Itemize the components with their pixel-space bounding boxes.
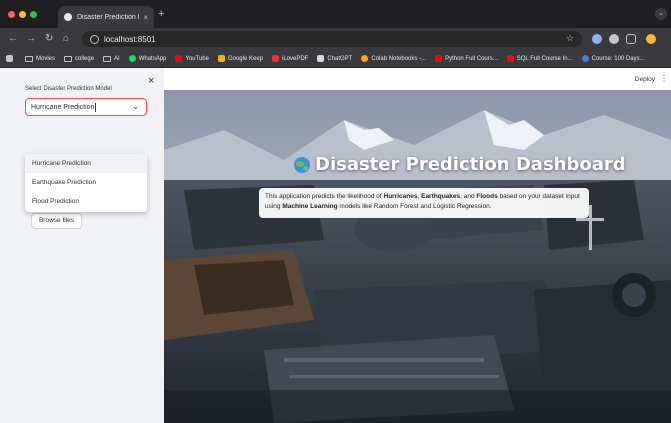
browser-tab-bar: Disaster Prediction Dashboar × + ⌄ — [0, 0, 671, 28]
keep-icon — [217, 55, 225, 62]
folder-icon — [64, 55, 73, 62]
model-select[interactable]: Hurricane Prediction ⌄ — [25, 98, 147, 116]
bookmark-item[interactable]: college — [64, 55, 94, 62]
profile-avatar[interactable] — [646, 34, 656, 44]
whatsapp-icon — [128, 55, 136, 62]
page-title-row: Disaster Prediction Dashboard — [294, 154, 626, 175]
apps-grid-icon[interactable] — [6, 55, 16, 62]
home-icon[interactable]: ⌂ — [63, 33, 69, 45]
bookmark-item[interactable]: Course: 100 Days... — [581, 55, 645, 62]
minimize-window-button[interactable] — [19, 11, 26, 18]
model-select-label: Select Disaster Prediction Model — [25, 86, 112, 92]
maximize-window-button[interactable] — [30, 11, 37, 18]
description-machine-learning: Machine Learning — [282, 203, 338, 210]
bookmark-item[interactable]: Movies — [25, 55, 55, 62]
bookmark-star-icon[interactable]: ☆ — [566, 33, 574, 44]
tab-title: Disaster Prediction Dashboar — [77, 13, 139, 21]
reload-icon[interactable]: ↻ — [45, 33, 53, 45]
chevron-down-icon[interactable]: ⌄ — [132, 103, 139, 111]
streamlit-favicon-icon — [64, 13, 72, 21]
bookmark-item[interactable]: WhatsApp — [128, 55, 166, 62]
bookmark-item[interactable]: AI — [103, 55, 120, 62]
site-info-icon[interactable] — [90, 34, 99, 44]
url-text: localhost:8501 — [104, 34, 156, 44]
folder-icon — [103, 55, 112, 62]
youtube-icon — [175, 55, 183, 62]
folder-icon — [25, 55, 33, 62]
browse-files-button[interactable]: Browse files — [31, 213, 82, 229]
bookmark-item[interactable]: ChatGPT — [317, 55, 352, 62]
sidebar: × — [0, 68, 164, 423]
forward-arrow-icon[interactable]: → — [26, 33, 36, 45]
model-options-dropdown: Hurricane Prediction Earthquake Predicti… — [25, 154, 147, 212]
ilovepdf-icon — [272, 55, 279, 62]
extensions-puzzle-icon[interactable] — [626, 34, 636, 44]
description-text: , and — [460, 193, 477, 200]
wreckage-scene-image — [164, 90, 671, 423]
tab-search-icon[interactable]: ⌄ — [655, 8, 667, 20]
sidebar-close-icon[interactable]: × — [148, 76, 154, 87]
bookmark-item[interactable]: iLovePDF — [272, 55, 308, 62]
youtube-icon — [506, 55, 514, 62]
description-hurricanes: Hurricanes — [383, 193, 418, 200]
option-hurricane-prediction[interactable]: Hurricane Prediction — [25, 154, 147, 173]
deploy-button[interactable]: Deploy — [635, 76, 655, 83]
extension-shield-icon[interactable] — [592, 34, 602, 44]
back-arrow-icon[interactable]: ← — [8, 33, 18, 45]
course-icon — [581, 55, 589, 62]
model-select-value: Hurricane Prediction — [31, 103, 95, 111]
text-cursor — [95, 102, 97, 112]
description-floods: Floods — [476, 193, 498, 200]
chatgpt-icon — [317, 55, 325, 62]
description-card: This application predicts the likelihood… — [259, 188, 589, 218]
description-text: models like Random Forest and Logistic R… — [337, 203, 492, 210]
disaster-background-image — [164, 90, 671, 423]
bookmarks-bar: Movies college AI WhatsApp YouTube Googl… — [0, 50, 671, 68]
tab-close-icon[interactable]: × — [143, 13, 148, 22]
extension-cloud-icon[interactable] — [609, 34, 619, 44]
description-earthquakes: Earthquakes — [421, 193, 461, 200]
main-menu-icon[interactable]: ⋮ — [660, 74, 668, 83]
youtube-icon — [435, 55, 443, 62]
new-tab-button[interactable]: + — [158, 9, 164, 20]
bookmark-item[interactable]: SQL Full Course In... — [506, 55, 573, 62]
bookmark-item[interactable]: YouTube — [175, 55, 209, 62]
bookmark-item[interactable]: Python Full Cours... — [435, 55, 498, 62]
bookmark-item[interactable]: Google Keep — [217, 55, 263, 62]
browser-tab[interactable]: Disaster Prediction Dashboar × — [58, 6, 154, 28]
colab-icon — [361, 55, 369, 62]
option-earthquake-prediction[interactable]: Earthquake Prediction — [25, 173, 147, 192]
description-text: This application predicts the likelihood… — [265, 193, 384, 200]
close-window-button[interactable] — [8, 11, 15, 18]
page-title: Disaster Prediction Dashboard — [315, 154, 626, 175]
bookmark-item[interactable]: Colab Notebooks -... — [361, 55, 426, 62]
main-area: Deploy ⋮ Disaster Prediction Dashboard T… — [164, 68, 671, 423]
url-field[interactable]: localhost:8501 ☆ — [82, 31, 582, 47]
option-flood-prediction[interactable]: Flood Prediction — [25, 192, 147, 211]
address-bar: ← → ↻ ⌂ localhost:8501 ☆ — [0, 28, 671, 50]
globe-icon — [294, 156, 310, 173]
